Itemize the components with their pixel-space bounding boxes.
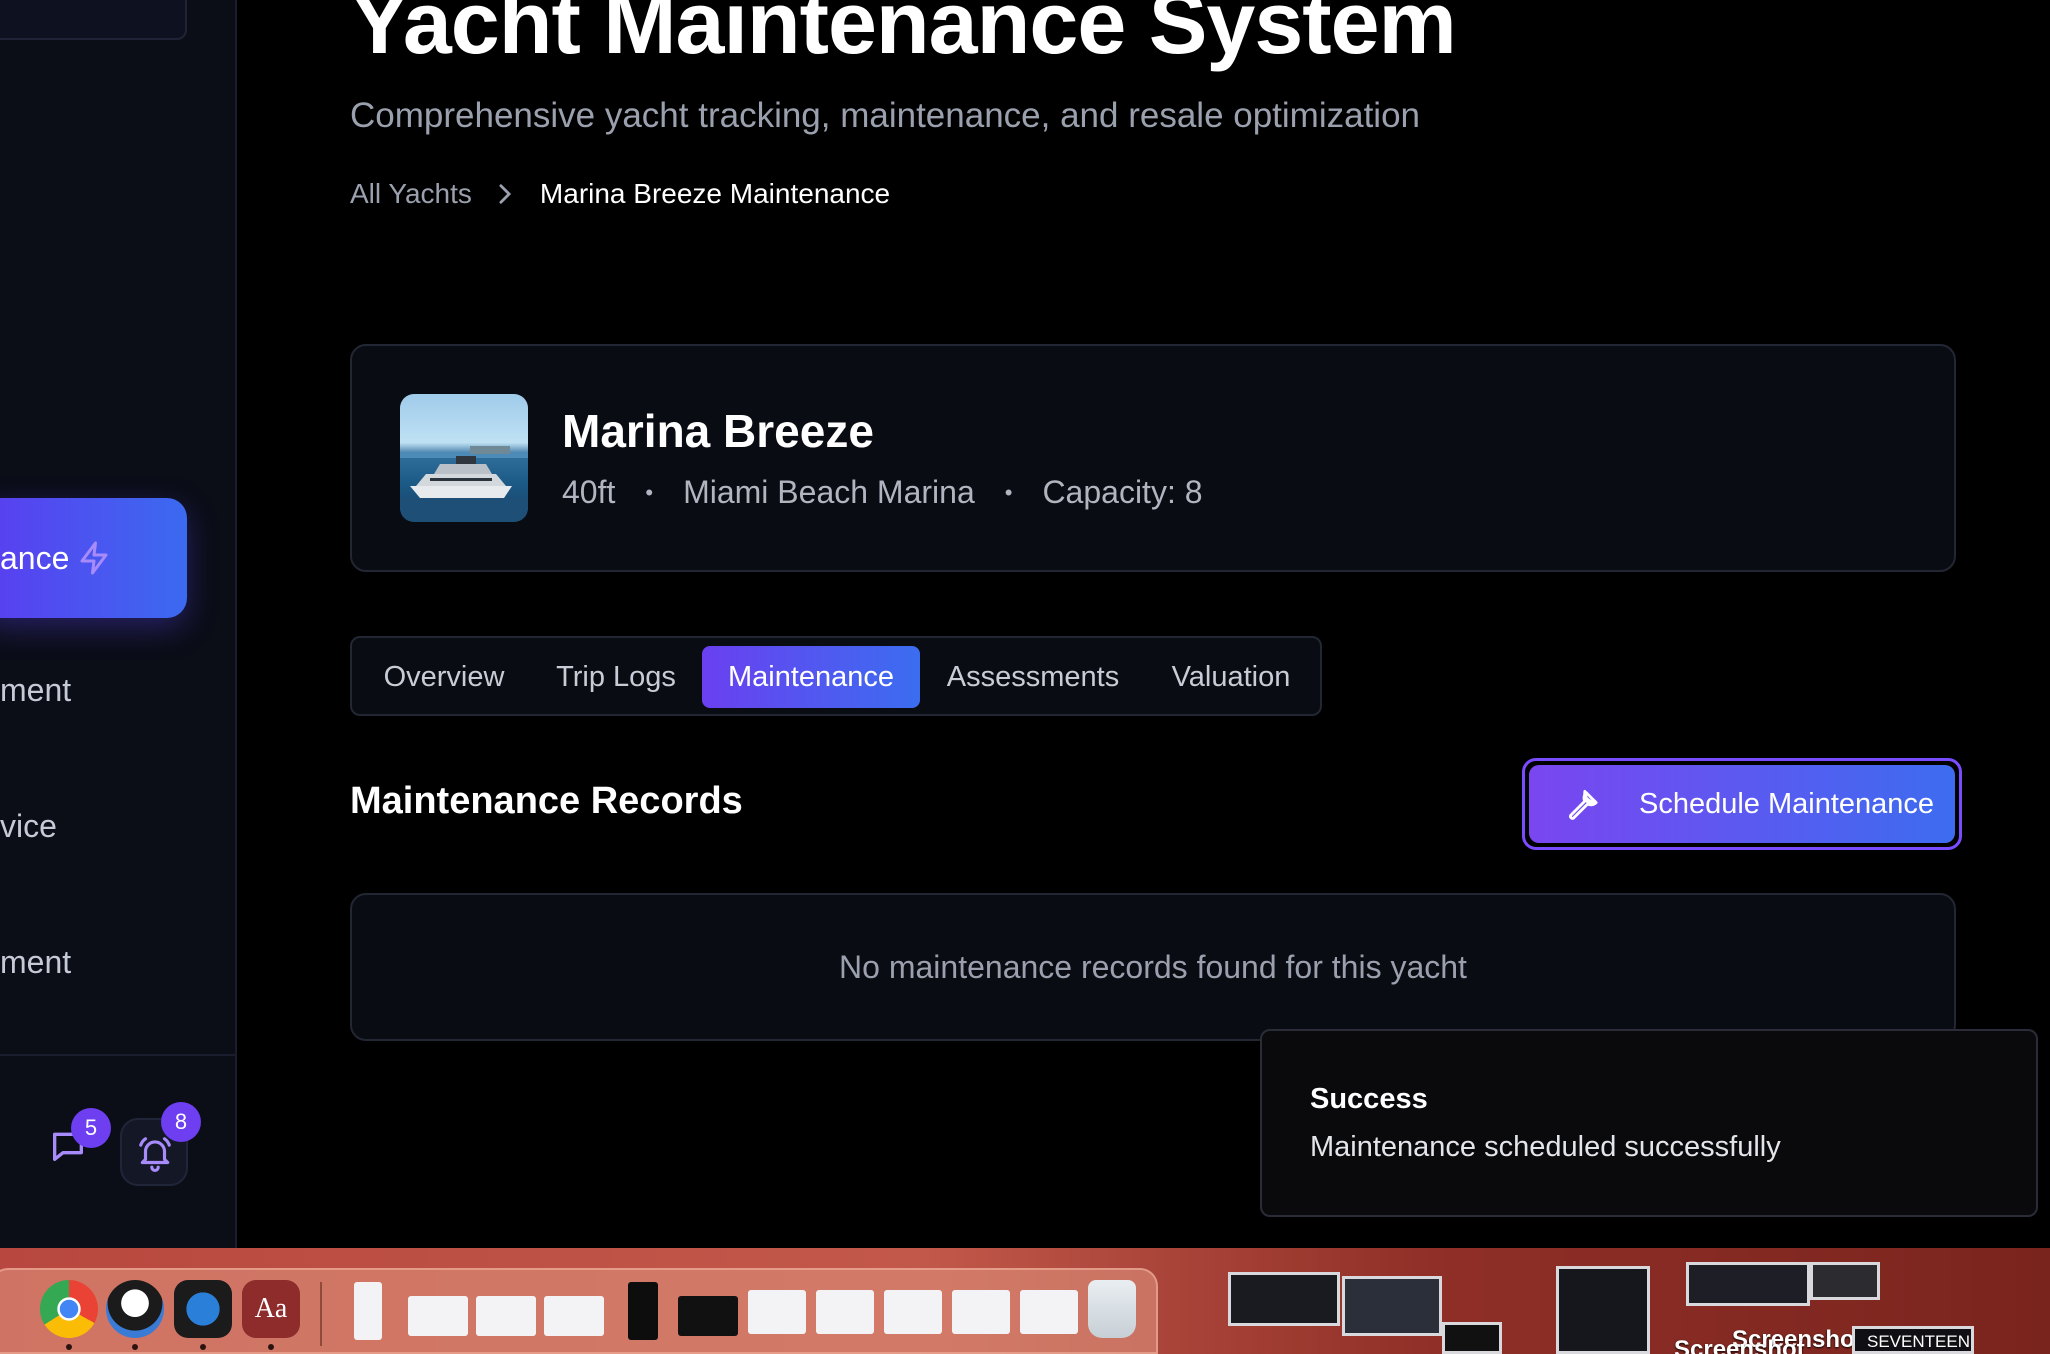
- sidebar-top-card[interactable]: [0, 0, 187, 40]
- yacht-name: Marina Breeze: [562, 405, 874, 457]
- dictionary-icon[interactable]: Aa: [242, 1280, 300, 1338]
- document-thumbnail[interactable]: [816, 1290, 874, 1334]
- desktop-window-thumbnail[interactable]: SEVENTEEN: [1852, 1326, 1974, 1354]
- document-thumbnail[interactable]: [354, 1282, 382, 1340]
- quicktime-icon[interactable]: [174, 1280, 232, 1338]
- trash-icon[interactable]: [1088, 1280, 1136, 1338]
- separator: •: [645, 479, 654, 505]
- document-thumbnail[interactable]: [544, 1296, 604, 1336]
- desktop-window-thumbnail[interactable]: [1686, 1262, 1810, 1306]
- breadcrumb: All Yachts Marina Breeze Maintenance: [350, 178, 890, 210]
- schedule-maintenance-button[interactable]: Schedule Maintenance: [1522, 758, 1962, 850]
- wrench-icon: [1569, 789, 1598, 820]
- tab-assessments[interactable]: Assessments: [920, 646, 1146, 708]
- bell-icon: [139, 1137, 171, 1172]
- toast-message: Maintenance scheduled successfully: [1310, 1131, 1781, 1163]
- breadcrumb-current: Marina Breeze Maintenance: [539, 178, 891, 209]
- document-thumbnail[interactable]: [1020, 1290, 1078, 1334]
- sidebar-footer: [0, 1054, 237, 1248]
- document-thumbnail[interactable]: [678, 1296, 738, 1336]
- desktop-window-thumbnail[interactable]: [1556, 1266, 1650, 1354]
- chevron-right-icon: [499, 184, 511, 204]
- chrome-icon[interactable]: [40, 1280, 98, 1338]
- tab-trip-logs[interactable]: Trip Logs: [528, 646, 704, 708]
- running-indicator: [268, 1344, 274, 1350]
- desktop-window-thumbnail[interactable]: [1228, 1272, 1340, 1326]
- running-indicator: [200, 1344, 206, 1350]
- document-thumbnail[interactable]: [884, 1290, 942, 1334]
- page-subtitle: Comprehensive yacht tracking, maintenanc…: [350, 96, 1421, 135]
- yacht-summary-card: Marina Breeze 40ft • Miami Beach Marina …: [350, 344, 1956, 572]
- toast-notification[interactable]: Success Maintenance scheduled successful…: [1260, 1029, 2038, 1217]
- section-title: Maintenance Records: [350, 780, 743, 822]
- desktop-file-label[interactable]: Screenshot: [1674, 1336, 1805, 1354]
- yacht-capacity: Capacity: 8: [1042, 474, 1203, 510]
- document-thumbnail[interactable]: [408, 1296, 468, 1336]
- empty-state-message: No maintenance records found for this ya…: [839, 948, 1467, 985]
- dock-separator: [320, 1282, 322, 1346]
- messages-badge: 5: [71, 1108, 111, 1148]
- document-thumbnail[interactable]: [952, 1290, 1010, 1334]
- tab-valuation[interactable]: Valuation: [1146, 646, 1316, 708]
- desktop-window-thumbnail[interactable]: [1810, 1262, 1880, 1300]
- empty-state: No maintenance records found for this ya…: [350, 893, 1956, 1041]
- sidebar: ance ment vice ment 5 8: [0, 0, 237, 1248]
- yacht-meta: 40ft • Miami Beach Marina • Capacity: 8: [562, 474, 1203, 511]
- document-thumbnail[interactable]: [628, 1282, 658, 1340]
- sidebar-item-label[interactable]: ment: [0, 944, 71, 981]
- sidebar-item-label[interactable]: ment: [0, 672, 71, 709]
- breadcrumb-all-yachts[interactable]: All Yachts: [350, 178, 472, 210]
- app-icon[interactable]: [106, 1280, 164, 1338]
- tab-maintenance[interactable]: Maintenance: [702, 646, 920, 708]
- separator: •: [1004, 479, 1013, 505]
- yacht-location: Miami Beach Marina: [683, 474, 975, 510]
- desktop-file-label: SEVENTEEN: [1867, 1332, 1970, 1351]
- desktop-window-thumbnail[interactable]: [1342, 1276, 1442, 1336]
- notifications-badge: 8: [161, 1102, 201, 1142]
- tab-bar: Overview Trip Logs Maintenance Assessmen…: [350, 636, 1322, 716]
- running-indicator: [66, 1344, 72, 1350]
- document-thumbnail[interactable]: [476, 1296, 536, 1336]
- running-indicator: [132, 1344, 138, 1350]
- page-title: Yacht Maintenance System: [350, 0, 1457, 72]
- schedule-maintenance-label: Schedule Maintenance: [1639, 787, 1935, 820]
- yacht-length: 40ft: [562, 474, 616, 510]
- sidebar-item-label[interactable]: vice: [0, 808, 57, 845]
- tab-overview[interactable]: Overview: [360, 646, 528, 708]
- toast-title: Success: [1310, 1083, 1428, 1115]
- sidebar-item-maintenance[interactable]: ance: [0, 498, 187, 618]
- desktop-window-thumbnail[interactable]: [1442, 1322, 1502, 1354]
- bolt-icon: [80, 541, 108, 575]
- document-thumbnail[interactable]: [748, 1290, 806, 1334]
- yacht-photo: [400, 394, 528, 522]
- sidebar-item-label: ance: [0, 539, 70, 576]
